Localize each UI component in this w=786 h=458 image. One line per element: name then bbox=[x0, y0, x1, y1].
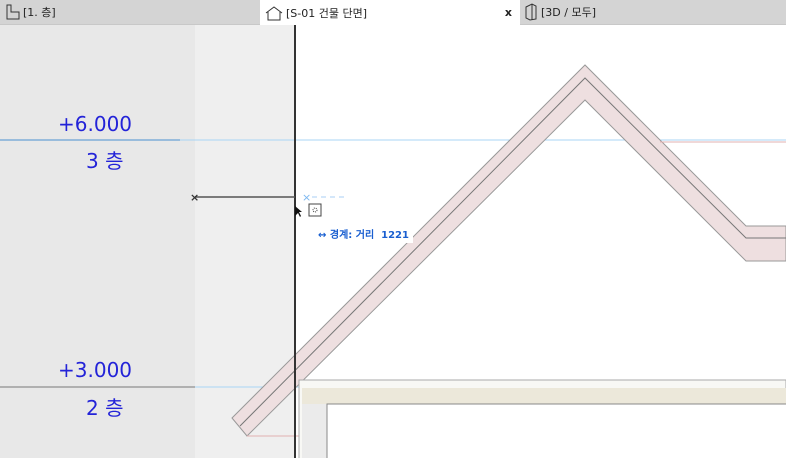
tooltip-label: 경계: 거리 bbox=[329, 230, 375, 241]
snap-x-icon: × bbox=[302, 191, 311, 204]
snap-point-icon bbox=[308, 203, 322, 217]
endpoint-x-icon: × bbox=[190, 191, 199, 204]
level-name: 2 층 bbox=[86, 396, 124, 420]
level-elevation: +6.000 bbox=[58, 112, 133, 136]
cursor-icon bbox=[295, 206, 302, 217]
arrow-icon: ↔ bbox=[318, 230, 327, 241]
tooltip-value: 1221 bbox=[381, 230, 409, 241]
level-elevation: +3.000 bbox=[58, 358, 133, 382]
level-name: 3 층 bbox=[86, 149, 124, 173]
distance-tooltip: ↔ 경계: 거리 1221 bbox=[314, 224, 413, 243]
